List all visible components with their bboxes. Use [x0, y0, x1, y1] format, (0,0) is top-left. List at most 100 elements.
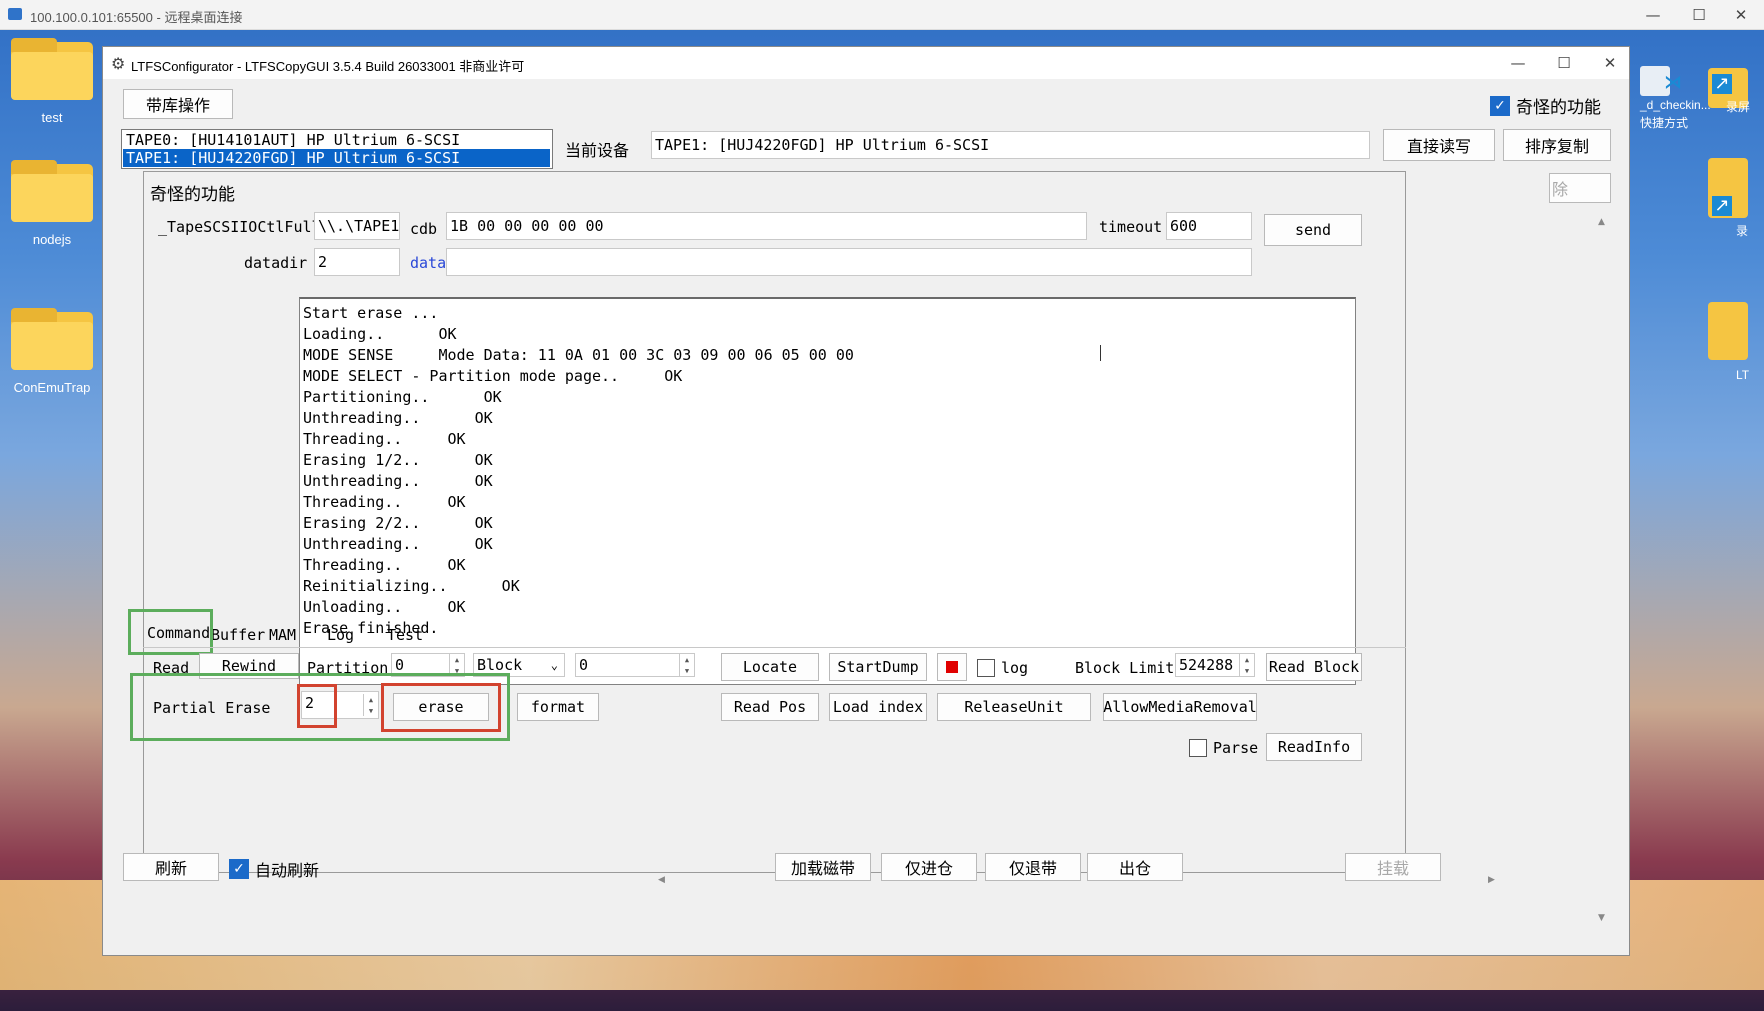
log-line: Threading.. OK [303, 493, 466, 511]
unload-button[interactable]: 出仓 [1087, 853, 1183, 881]
command-tab-highlight [128, 609, 213, 655]
desktop-icon-nodejs[interactable]: nodejs [2, 160, 102, 247]
release-unit-button[interactable]: ReleaseUnit [937, 693, 1091, 721]
log-line: Partitioning.. OK [303, 388, 502, 406]
rdp-title: 100.100.0.101:65500 - 远程桌面连接 [30, 10, 243, 25]
scroll-down-icon[interactable]: ▼ [1598, 913, 1605, 923]
data-link[interactable]: data [410, 254, 446, 272]
tab-log[interactable]: Log [321, 623, 360, 647]
device-list-item-selected[interactable]: TAPE1: [HUJ4220FGD] HP Ultrium 6-SCSI [123, 149, 550, 167]
locate-button[interactable]: Locate [721, 653, 819, 681]
app-title: LTFSConfigurator - LTFSCopyGUI 3.5.4 Bui… [131, 59, 525, 74]
read-info-button[interactable]: ReadInfo [1266, 733, 1362, 761]
rdp-minimize-icon[interactable]: — [1630, 0, 1676, 30]
datadir-label: datadir [244, 254, 308, 272]
scroll-right-icon[interactable]: ▶ [1488, 875, 1495, 885]
log-checkbox[interactable] [977, 659, 995, 677]
spinner-arrows-icon[interactable]: ▲ ▼ [1239, 654, 1254, 676]
mount-button[interactable]: 挂载 [1345, 853, 1441, 881]
ioctl-path-input[interactable]: \\.\TAPE1 [314, 212, 400, 240]
shortcut-arrow-icon: ↗ [1712, 74, 1732, 94]
parse-checkbox[interactable] [1189, 739, 1207, 757]
weird-functions-checkbox[interactable]: ✓ [1490, 95, 1510, 116]
refresh-button[interactable]: 刷新 [123, 853, 219, 881]
block-number-value: 0 [579, 656, 589, 674]
send-button[interactable]: send [1264, 214, 1362, 246]
desktop-icon-test[interactable]: test [2, 38, 102, 125]
library-operations-button[interactable]: 带库操作 [123, 89, 233, 119]
desktop-icon-conemutrap[interactable]: ConEmuTrap [2, 308, 102, 395]
tab-mam[interactable]: MAM [263, 623, 302, 647]
load-tape-button[interactable]: 加载磁带 [775, 853, 871, 881]
timeout-input[interactable]: 600 [1166, 212, 1252, 240]
auto-refresh-toggle[interactable]: ✓ 自动刷新 [229, 857, 319, 881]
load-index-button[interactable]: Load index [829, 693, 927, 721]
auto-refresh-checkbox[interactable]: ✓ [229, 859, 249, 879]
record-stop-button[interactable] [937, 653, 967, 681]
log-line: Unthreading.. OK [303, 535, 493, 553]
current-device-field[interactable]: TAPE1: [HUJ4220FGD] HP Ultrium 6-SCSI [651, 131, 1370, 159]
data-input[interactable] [446, 248, 1252, 276]
current-device-label: 当前设备 [565, 141, 630, 160]
app-maximize-icon[interactable]: ☐ [1541, 47, 1587, 79]
tab-buffer[interactable]: Buffer [205, 623, 271, 647]
red-square-icon [946, 661, 958, 673]
app-minimize-icon[interactable]: — [1495, 47, 1541, 79]
desktop-icon-label: nodejs [32, 232, 72, 247]
desktop-right-strip: ⋊ ↗ _d_checkin... 快捷方式 录屏 ↗ 录 LT [1640, 30, 1764, 910]
datadir-input[interactable]: 2 [314, 248, 400, 276]
weird-functions-toggle[interactable]: ✓ 奇怪的功能 [1490, 93, 1601, 118]
scroll-up-icon[interactable]: ▲ [1598, 217, 1605, 227]
tab-test[interactable]: Test [381, 623, 429, 647]
sort-copy-button[interactable]: 排序复制 [1503, 129, 1611, 161]
vertical-scrollbar[interactable]: ▲ ▼ [1595, 217, 1613, 939]
cdb-input[interactable]: 1B 00 00 00 00 00 [446, 212, 1087, 240]
log-checkbox-label: log [1001, 659, 1029, 677]
log-line: Erasing 1/2.. OK [303, 451, 493, 469]
startdump-button[interactable]: StartDump [829, 653, 927, 681]
device-list-item[interactable]: TAPE0: [HU14101AUT] HP Ultrium 6-SCSI [123, 131, 550, 149]
spinner-arrows-icon[interactable]: ▲ ▼ [363, 694, 378, 716]
device-list[interactable]: TAPE0: [HU14101AUT] HP Ultrium 6-SCSI TA… [121, 129, 553, 169]
block-number-spinbox[interactable]: 0 ▲ ▼ [575, 653, 695, 677]
block-select-value: Block [477, 656, 523, 674]
desktop-icon-label: 快捷方式 [1640, 116, 1689, 130]
format-button[interactable]: format [517, 693, 599, 721]
block-limit-spinbox[interactable]: 524288 ▲ ▼ [1175, 653, 1255, 677]
log-line: MODE SELECT - Partition mode page.. OK [303, 367, 683, 385]
desktop-icon-label: 录 [1736, 224, 1749, 238]
app-close-icon[interactable]: ✕ [1587, 47, 1633, 79]
ioctl-label: _TapeSCSIIOCtlFull [158, 218, 321, 236]
ltfs-configurator-window: ⚙ LTFSConfigurator - LTFSCopyGUI 3.5.4 B… [102, 46, 1630, 956]
allow-media-removal-button[interactable]: AllowMediaRemoval [1103, 693, 1257, 721]
folder-icon[interactable] [1708, 302, 1748, 360]
partial-erase-value-highlight [297, 684, 337, 728]
desktop-icon-label: LT [1736, 368, 1750, 382]
log-output[interactable]: Start erase ... Loading.. OK MODE SENSE … [299, 297, 1356, 685]
delete-button[interactable]: 除 [1549, 173, 1611, 203]
vscode-icon: ⋊ [1664, 72, 1682, 93]
folder-icon [11, 38, 93, 100]
log-line: Start erase ... [303, 304, 439, 322]
read-block-button[interactable]: Read Block [1266, 653, 1362, 681]
folder-icon [11, 160, 93, 222]
timeout-label: timeout [1099, 218, 1163, 236]
only-load-button[interactable]: 仅进仓 [881, 853, 977, 881]
only-eject-button[interactable]: 仅退带 [985, 853, 1081, 881]
log-line: Erasing 2/2.. OK [303, 514, 493, 532]
partition-value: 0 [395, 656, 405, 674]
rdp-icon [8, 8, 22, 20]
tab-divider [143, 647, 1406, 648]
read-pos-button[interactable]: Read Pos [721, 693, 819, 721]
weird-functions-label: 奇怪的功能 [1516, 98, 1601, 118]
scroll-left-icon[interactable]: ◀ [658, 875, 665, 885]
chevron-down-icon: ⌄ [550, 658, 558, 672]
spinner-arrows-icon[interactable]: ▲ ▼ [679, 654, 694, 676]
rdp-titlebar: 100.100.0.101:65500 - 远程桌面连接 — ☐ ✕ [0, 0, 1764, 30]
log-line: Unthreading.. OK [303, 409, 493, 427]
direct-read-write-button[interactable]: 直接读写 [1383, 129, 1495, 161]
desktop-icon-label: _d_checkin... [1640, 98, 1711, 112]
rdp-maximize-icon[interactable]: ☐ [1676, 0, 1722, 30]
block-limit-label: Block Limit [1075, 659, 1175, 677]
rdp-close-icon[interactable]: ✕ [1718, 0, 1764, 30]
